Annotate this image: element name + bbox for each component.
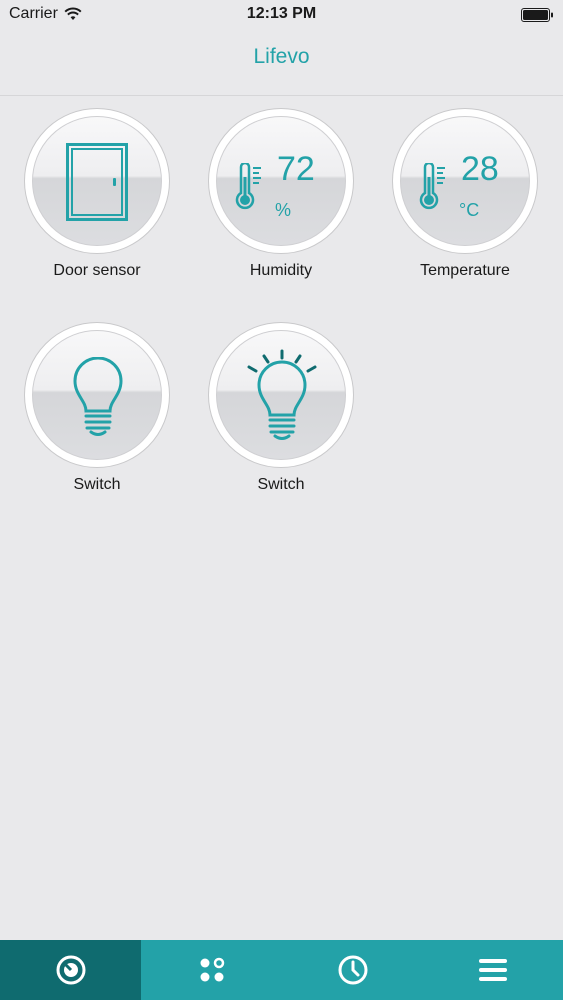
device-circle[interactable] — [24, 322, 170, 468]
tab-scenes[interactable] — [141, 940, 282, 1000]
device-tile-door-sensor[interactable]: Door sensor — [5, 108, 189, 308]
device-tile-temperature[interactable]: 28 °C Temperature — [373, 108, 557, 308]
page-title: Lifevo — [253, 45, 310, 68]
device-label: Temperature — [420, 262, 510, 279]
battery-icon — [521, 8, 553, 22]
device-circle[interactable]: 72 % — [208, 108, 354, 254]
device-circle-face: 72 % — [216, 116, 346, 246]
device-circle-face — [32, 330, 162, 460]
tab-menu[interactable] — [423, 940, 563, 1000]
device-label: Humidity — [249, 262, 313, 279]
device-label: Switch — [257, 476, 305, 493]
device-circle[interactable] — [208, 322, 354, 468]
lightbulb-off-icon — [73, 357, 123, 436]
thermometer-icon — [235, 163, 261, 210]
device-label: Door sensor — [53, 262, 141, 279]
clock-icon — [338, 955, 367, 985]
humidity-unit: % — [275, 200, 292, 220]
device-circle-face — [32, 116, 162, 246]
status-bar: Carrier 12:13 PM — [0, 0, 563, 30]
humidity-value: 72 — [277, 150, 315, 188]
device-circle-face: 28 °C — [400, 116, 530, 246]
device-label: Switch — [73, 476, 121, 493]
scenes-icon — [200, 957, 224, 982]
status-time: 12:13 PM — [246, 5, 317, 22]
device-tile-humidity[interactable]: 72 % Humidity — [189, 108, 373, 308]
home-dial-icon — [56, 955, 85, 985]
nav-bar: Lifevo — [0, 30, 563, 96]
tab-bar — [0, 940, 563, 1000]
temperature-unit: °C — [459, 200, 480, 220]
device-circle[interactable] — [24, 108, 170, 254]
device-tile-switch-2[interactable]: Switch — [189, 322, 373, 522]
temperature-value: 28 — [461, 150, 499, 188]
tab-schedule[interactable] — [282, 940, 423, 1000]
thermometer-icon — [419, 163, 445, 210]
tab-home[interactable] — [0, 940, 141, 1000]
device-tile-switch-1[interactable]: Switch — [5, 322, 189, 522]
device-circle-face — [216, 330, 346, 460]
device-circle[interactable]: 28 °C — [392, 108, 538, 254]
door-icon — [66, 143, 128, 221]
menu-icon — [479, 959, 507, 981]
lightbulb-on-icon — [247, 349, 317, 440]
